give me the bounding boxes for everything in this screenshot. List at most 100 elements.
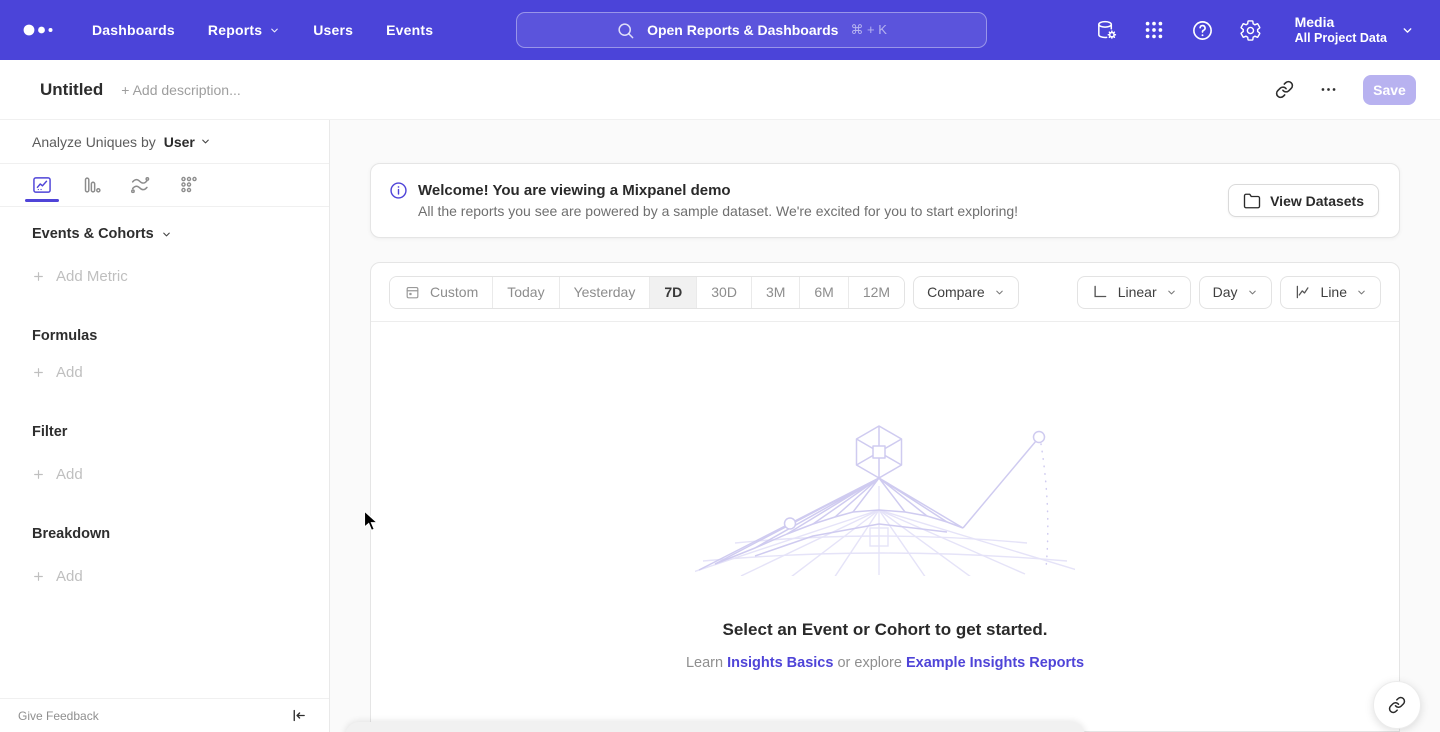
- insights-basics-link[interactable]: Insights Basics: [727, 655, 833, 671]
- tab-insights[interactable]: [30, 164, 54, 206]
- report-header-actions: Save: [1275, 75, 1440, 105]
- add-breakdown-button[interactable]: Add: [32, 566, 83, 586]
- compare-dropdown[interactable]: Compare: [913, 276, 1019, 309]
- search-placeholder: Open Reports & Dashboards: [647, 22, 838, 38]
- add-formula-button[interactable]: Add: [32, 362, 83, 382]
- welcome-banner: Welcome! You are viewing a Mixpanel demo…: [370, 163, 1400, 238]
- date-range-label: Yesterday: [574, 284, 636, 300]
- date-range-3m[interactable]: 3M: [752, 277, 800, 308]
- section-formulas: Formulas: [32, 326, 97, 346]
- floating-copy-link-button[interactable]: [1373, 681, 1421, 729]
- nav-item-events[interactable]: Events: [386, 22, 433, 38]
- bar-tab-icon: [80, 174, 102, 196]
- section-breakdown: Breakdown: [32, 524, 110, 544]
- data-connections-button[interactable]: [1095, 19, 1118, 42]
- nav-items: Dashboards Reports Users Events: [92, 22, 433, 38]
- empty-state-subtitle: Learn Insights Basics or explore Example…: [686, 655, 1084, 671]
- nav-item-dashboards[interactable]: Dashboards: [92, 22, 175, 38]
- date-range-yesterday[interactable]: Yesterday: [560, 277, 651, 308]
- settings-button[interactable]: [1239, 19, 1262, 42]
- bottom-panel-handle[interactable]: [345, 722, 1085, 732]
- section-title-label: Breakdown: [32, 526, 110, 542]
- save-button[interactable]: Save: [1363, 75, 1416, 105]
- flow-tab-icon: [129, 174, 151, 196]
- apps-grid-icon: [1143, 19, 1165, 41]
- line-chart-icon: [1294, 283, 1312, 301]
- section-title-label: Events & Cohorts: [32, 226, 154, 242]
- plus-icon: [32, 366, 45, 379]
- date-range-30d[interactable]: 30D: [697, 277, 752, 308]
- nav-item-users[interactable]: Users: [313, 22, 353, 38]
- query-builder-sidebar: Analyze Uniques by User: [0, 120, 330, 732]
- plus-icon: [32, 570, 45, 583]
- explore-text: or explore: [837, 655, 901, 671]
- search-icon: [616, 21, 635, 40]
- chart-type-dropdown[interactable]: Line: [1280, 276, 1381, 309]
- collapse-sidebar-button[interactable]: [290, 707, 307, 724]
- project-info: Media All Project Data: [1295, 14, 1387, 46]
- help-icon: [1191, 19, 1214, 42]
- nav-item-label: Reports: [208, 22, 262, 38]
- mixpanel-logo-icon: [22, 18, 60, 42]
- view-datasets-button[interactable]: View Datasets: [1228, 184, 1379, 217]
- mixpanel-logo[interactable]: [22, 18, 60, 42]
- add-filter-label: Add: [56, 466, 83, 483]
- apps-grid-button[interactable]: [1143, 19, 1166, 42]
- help-button[interactable]: [1191, 19, 1214, 42]
- axis-scale-icon: [1091, 283, 1109, 301]
- date-range-7d[interactable]: 7D: [650, 277, 697, 308]
- chevron-down-icon: [1247, 287, 1258, 298]
- section-title-label: Formulas: [32, 328, 97, 344]
- chevron-down-icon: [200, 136, 211, 147]
- folder-icon: [1243, 192, 1261, 210]
- banner-subtitle: All the reports you see are powered by a…: [418, 203, 1018, 219]
- interval-dropdown[interactable]: Day: [1199, 276, 1272, 309]
- date-range-label: Today: [507, 284, 544, 300]
- view-datasets-label: View Datasets: [1270, 193, 1364, 209]
- insights-tab-icon: [31, 174, 53, 196]
- tab-bar-chart[interactable]: [79, 164, 103, 206]
- empty-state-illustration: [695, 424, 1075, 576]
- report-card: Custom Today Yesterday 7D 30D 3M 6M 12M …: [370, 262, 1400, 732]
- more-menu-button[interactable]: [1319, 80, 1339, 100]
- learn-text: Learn: [686, 655, 723, 671]
- example-reports-link[interactable]: Example Insights Reports: [906, 655, 1084, 671]
- nav-item-reports[interactable]: Reports: [208, 22, 280, 38]
- chart-display-controls: Linear Day Line: [1077, 276, 1381, 309]
- date-range-label: 12M: [863, 284, 890, 300]
- global-search-bar[interactable]: Open Reports & Dashboards ⌘ + K: [516, 12, 987, 48]
- add-metric-button[interactable]: Add Metric: [32, 266, 128, 286]
- chevron-down-icon: [161, 229, 172, 240]
- analyze-by-dropdown[interactable]: User: [164, 134, 211, 150]
- date-range-12m[interactable]: 12M: [849, 277, 904, 308]
- link-icon: [1388, 696, 1406, 714]
- analyze-label: Analyze Uniques by: [32, 134, 156, 150]
- settings-icon: [1239, 19, 1262, 42]
- scale-dropdown[interactable]: Linear: [1077, 276, 1191, 309]
- analyze-row: Analyze Uniques by User: [0, 120, 329, 164]
- give-feedback-link[interactable]: Give Feedback: [18, 709, 99, 723]
- report-header: Untitled + Add description... Save: [0, 60, 1440, 120]
- nav-right: Media All Project Data: [1095, 0, 1440, 60]
- chart-type-label: Line: [1321, 284, 1347, 300]
- report-title[interactable]: Untitled: [40, 80, 103, 100]
- add-description-field[interactable]: + Add description...: [121, 82, 240, 98]
- section-events-cohorts[interactable]: Events & Cohorts: [32, 224, 172, 244]
- plus-icon: [32, 468, 45, 481]
- empty-state-title: Select an Event or Cohort to get started…: [723, 620, 1048, 640]
- project-name: Media: [1295, 14, 1387, 31]
- add-metric-label: Add Metric: [56, 268, 128, 285]
- tab-metrics-grid[interactable]: [177, 164, 201, 206]
- tab-flow[interactable]: [128, 164, 152, 206]
- project-switcher[interactable]: Media All Project Data: [1295, 14, 1414, 46]
- add-filter-button[interactable]: Add: [32, 464, 83, 484]
- analyze-value-label: User: [164, 134, 195, 150]
- copy-link-button[interactable]: [1275, 80, 1295, 100]
- date-range-custom[interactable]: Custom: [390, 277, 493, 308]
- date-range-label: 6M: [814, 284, 833, 300]
- date-range-today[interactable]: Today: [493, 277, 559, 308]
- plus-icon: [32, 270, 45, 283]
- date-range-6m[interactable]: 6M: [800, 277, 848, 308]
- chevron-down-icon: [1401, 24, 1414, 37]
- grid-tab-icon: [178, 174, 200, 196]
